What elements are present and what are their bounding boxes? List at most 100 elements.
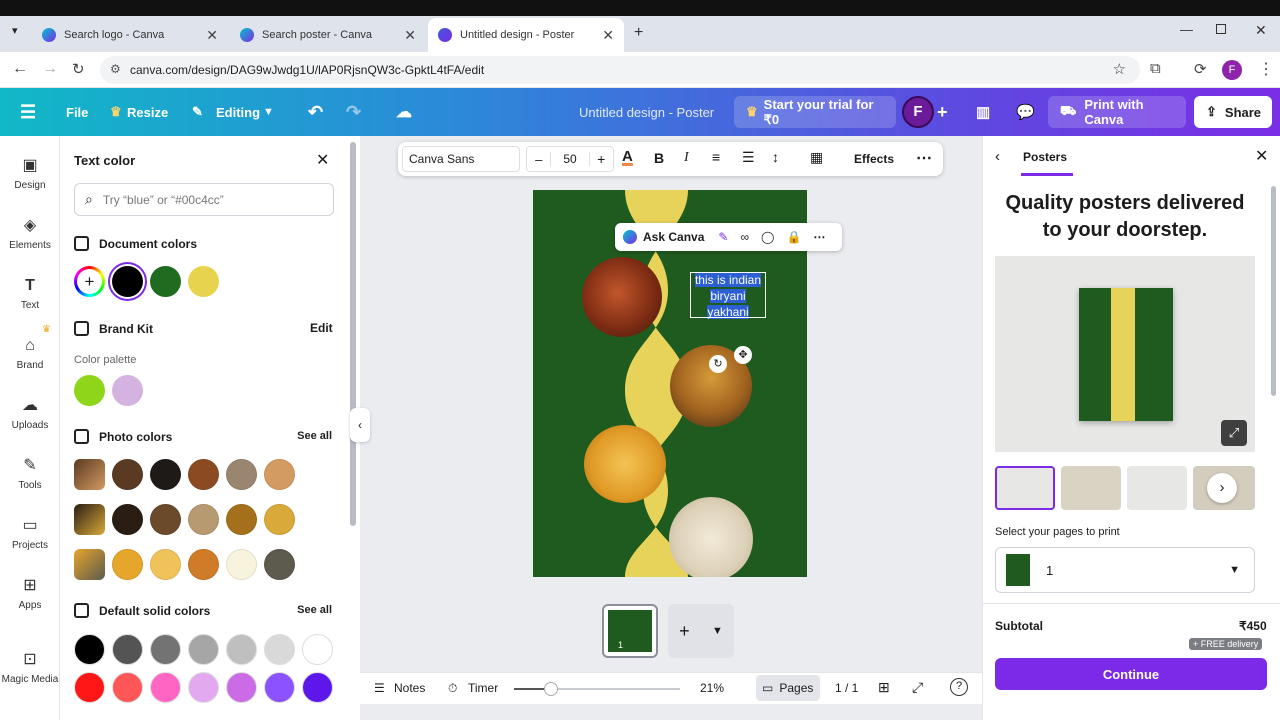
rail-item-projects[interactable]: ▭ Projects bbox=[0, 516, 60, 551]
spacing-icon[interactable]: ↕ bbox=[772, 149, 779, 165]
rail-item-text[interactable]: T Text bbox=[0, 276, 60, 311]
next-icon[interactable]: › bbox=[1207, 473, 1237, 503]
close-panel-icon[interactable]: ✕ bbox=[316, 150, 329, 170]
snack-image[interactable] bbox=[584, 425, 666, 503]
chevron-down-icon[interactable]: ▼ bbox=[263, 88, 274, 136]
text-color-icon[interactable]: A bbox=[622, 148, 633, 165]
share-button[interactable]: ⇪ Share bbox=[1194, 96, 1272, 128]
editing-mode-button[interactable]: Editing bbox=[216, 88, 260, 136]
edit-brand-kit-link[interactable]: Edit bbox=[310, 321, 333, 335]
photo-color-swatch[interactable] bbox=[226, 549, 257, 580]
expand-icon[interactable]: ⤢ bbox=[1221, 420, 1247, 446]
close-icon[interactable]: ✕ bbox=[602, 27, 614, 44]
close-icon[interactable]: ✕ bbox=[206, 27, 218, 44]
default-color-swatch[interactable] bbox=[226, 672, 257, 703]
palette-color-swatch[interactable] bbox=[112, 375, 143, 406]
page-thumbnail[interactable]: 1 bbox=[602, 604, 658, 658]
photo-thumbnail[interactable] bbox=[74, 459, 105, 490]
add-page-icon[interactable]: + bbox=[679, 621, 690, 642]
photo-color-swatch[interactable] bbox=[264, 459, 295, 490]
comment-add-icon[interactable]: ◯ bbox=[761, 230, 774, 244]
photo-color-swatch[interactable] bbox=[226, 504, 257, 535]
zoom-level[interactable]: 21% bbox=[700, 681, 724, 695]
help-icon[interactable]: ? bbox=[950, 678, 968, 696]
photo-color-swatch[interactable] bbox=[264, 549, 295, 580]
photo-color-swatch[interactable] bbox=[188, 459, 219, 490]
rail-item-uploads[interactable]: ☁ Uploads bbox=[0, 396, 60, 431]
raita-image[interactable] bbox=[669, 497, 753, 577]
forward-icon[interactable]: → bbox=[42, 60, 58, 78]
photo-color-swatch[interactable] bbox=[112, 549, 143, 580]
ask-canva-button[interactable]: Ask Canva bbox=[643, 230, 704, 244]
undo-icon[interactable]: ↶ bbox=[308, 88, 323, 136]
photo-color-swatch[interactable] bbox=[188, 504, 219, 535]
default-color-swatch[interactable] bbox=[188, 672, 219, 703]
add-page-control[interactable]: + ▼ bbox=[668, 604, 734, 658]
tab-search-icon[interactable]: ▾ bbox=[12, 24, 18, 37]
transparency-icon[interactable]: ▦ bbox=[810, 149, 823, 166]
effects-button[interactable]: Effects bbox=[854, 152, 894, 166]
default-color-swatch[interactable] bbox=[302, 672, 333, 703]
sync-icon[interactable]: ⟳ bbox=[1194, 60, 1207, 78]
more-options-icon[interactable]: ⋯ bbox=[813, 230, 825, 244]
rail-item-tools[interactable]: ✎ Tools bbox=[0, 456, 60, 491]
extensions-icon[interactable]: ⧉ bbox=[1150, 60, 1161, 77]
decrease-size-button[interactable]: – bbox=[527, 152, 550, 167]
list-icon[interactable]: ☰ bbox=[742, 149, 755, 166]
menu-kebab-icon[interactable]: ⋮ bbox=[1258, 59, 1274, 79]
timer-button[interactable]: Timer bbox=[468, 681, 498, 695]
cloud-saved-icon[interactable]: ☁ bbox=[396, 88, 412, 136]
preview-thumb[interactable] bbox=[1061, 466, 1121, 510]
preview-thumb[interactable] bbox=[1127, 466, 1187, 510]
print-with-canva-button[interactable]: ⛟ Print with Canva bbox=[1048, 96, 1186, 128]
page-select-dropdown[interactable]: 1 ▼ bbox=[995, 547, 1255, 593]
rail-item-apps[interactable]: ⊞ Apps bbox=[0, 576, 60, 611]
photo-color-swatch[interactable] bbox=[112, 459, 143, 490]
default-color-swatch[interactable] bbox=[302, 634, 333, 665]
chevron-down-icon[interactable]: ▼ bbox=[712, 625, 723, 637]
close-icon[interactable]: ✕ bbox=[404, 27, 416, 44]
document-color-swatch[interactable] bbox=[112, 266, 143, 297]
rail-item-design[interactable]: ▣ Design bbox=[0, 156, 60, 191]
comments-icon[interactable]: 💬 bbox=[1016, 88, 1035, 136]
tab-untitled-design[interactable]: Untitled design - Poster ✕ bbox=[428, 18, 624, 52]
tab-search-poster[interactable]: Search poster - Canva ✕ bbox=[230, 18, 426, 52]
back-icon[interactable]: ‹ bbox=[995, 148, 1000, 165]
url-input[interactable]: ⚙ canva.com/design/DAG9wJwdg1U/lAP0RjsnQ… bbox=[100, 56, 1140, 84]
rail-item-brand[interactable]: ⌂ Brand bbox=[0, 336, 60, 371]
reload-icon[interactable]: ↻ bbox=[72, 60, 85, 78]
default-color-swatch[interactable] bbox=[150, 634, 181, 665]
magic-write-icon[interactable]: ✎ bbox=[718, 230, 728, 244]
zoom-slider-thumb[interactable] bbox=[543, 682, 558, 696]
panel-scrollbar[interactable] bbox=[350, 142, 356, 526]
minimize-icon[interactable]: — bbox=[1180, 22, 1193, 37]
see-all-default-colors[interactable]: See all bbox=[297, 604, 332, 616]
default-color-swatch[interactable] bbox=[74, 634, 105, 665]
bold-icon[interactable]: B bbox=[654, 150, 664, 166]
tab-search-logo[interactable]: Search logo - Canva ✕ bbox=[32, 18, 228, 52]
user-avatar[interactable]: F bbox=[902, 96, 934, 128]
default-color-swatch[interactable] bbox=[226, 634, 257, 665]
hamburger-menu-icon[interactable]: ☰ bbox=[20, 88, 36, 136]
palette-color-swatch[interactable] bbox=[74, 375, 105, 406]
add-color-button[interactable]: + bbox=[74, 266, 105, 297]
italic-icon[interactable]: I bbox=[684, 150, 689, 166]
right-scrollbar[interactable] bbox=[1271, 186, 1276, 396]
profile-avatar[interactable]: F bbox=[1222, 60, 1242, 80]
notes-button[interactable]: Notes bbox=[394, 681, 425, 695]
photo-color-swatch[interactable] bbox=[150, 459, 181, 490]
collapse-panel-icon[interactable]: ‹ bbox=[350, 408, 370, 442]
photo-color-swatch[interactable] bbox=[112, 504, 143, 535]
font-family-dropdown[interactable]: Canva Sans bbox=[402, 146, 520, 172]
document-color-swatch[interactable] bbox=[188, 266, 219, 297]
redo-icon[interactable]: ↷ bbox=[346, 88, 361, 136]
photo-color-swatch[interactable] bbox=[226, 459, 257, 490]
default-color-swatch[interactable] bbox=[112, 672, 143, 703]
rotate-handle-icon[interactable]: ↻ bbox=[709, 355, 727, 373]
default-color-swatch[interactable] bbox=[150, 672, 181, 703]
rail-item-elements[interactable]: ◈ Elements bbox=[0, 216, 60, 251]
back-icon[interactable]: ← bbox=[12, 60, 28, 78]
photo-color-swatch[interactable] bbox=[264, 504, 295, 535]
move-handle-icon[interactable]: ✥ bbox=[734, 346, 752, 364]
analytics-icon[interactable]: ▥ bbox=[976, 88, 990, 136]
